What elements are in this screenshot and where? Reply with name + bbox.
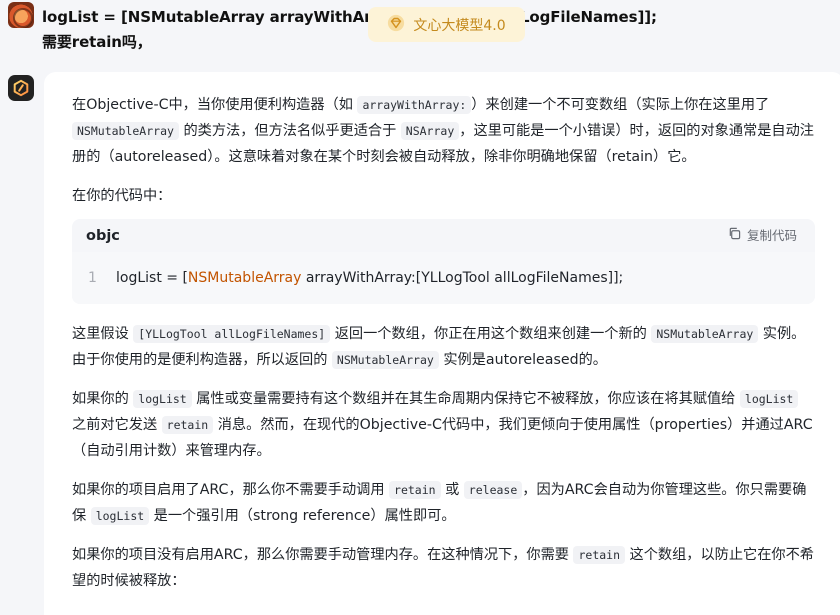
user-message: logList = [NSMutableArray arrayWithArray…	[42, 5, 657, 55]
inline-code: NSMutableArray	[651, 325, 759, 343]
text-segment: 如果你的项目启用了ARC，那么你不需要手动调用	[72, 482, 390, 498]
text-segment: 之前对它发送	[72, 417, 162, 433]
code-token-type: NSMutableArray	[187, 270, 302, 286]
code-block-header: objc 复制代码	[72, 219, 815, 252]
inline-code: NSMutableArray	[331, 351, 439, 369]
inline-code: logList	[739, 390, 799, 408]
code-language-label: objc	[86, 227, 120, 244]
text-segment: 属性或变量需要持有这个数组并在其生命周期内保持它不被释放，你应该在将其赋值给	[191, 391, 740, 407]
text-segment: ）来创建一个不可变数组（实际上你在这里用了	[471, 97, 770, 113]
user-message-line2: 需要retain吗，	[42, 33, 152, 51]
inline-code: NSMutableArray	[72, 122, 179, 140]
assistant-avatar	[8, 75, 34, 101]
text-segment: 这里假设	[72, 326, 134, 342]
answer-paragraph-5: 如果你的项目启用了ARC，那么你不需要手动调用 retain 或 release…	[72, 477, 814, 529]
answer-paragraph-4: 如果你的 logList 属性或变量需要持有这个数组并在其生命周期内保持它不被释…	[72, 386, 814, 464]
inline-code: logList	[133, 390, 192, 408]
answer-paragraph-2: 在你的代码中：	[72, 188, 172, 204]
copy-code-label: 复制代码	[746, 227, 797, 243]
inline-code: NSArray	[400, 122, 460, 140]
user-avatar	[8, 2, 34, 28]
copy-code-button[interactable]: 复制代码	[728, 223, 797, 249]
code-block: objc 复制代码 1 logList = [NSMutableArray ar…	[72, 219, 815, 304]
inline-code: retain	[161, 416, 214, 434]
inline-code: retain	[573, 546, 626, 564]
text-segment: 返回一个数组，你正在用这个数组来创建一个新的	[330, 326, 652, 342]
answer-card: 在Objective-C中，当你使用便利构造器（如 arrayWithArray…	[44, 72, 840, 615]
text-segment: 或	[440, 482, 464, 498]
answer-paragraph-1: 在Objective-C中，当你使用便利构造器（如 arrayWithArray…	[72, 92, 814, 170]
model-badge-label: 文心大模型4.0	[413, 17, 506, 34]
text-segment: 是一个强引用（strong reference）属性即可。	[149, 508, 456, 524]
answer-paragraph-3: 这里假设 [YLLogTool allLogFileNames] 返回一个数组，…	[72, 321, 814, 373]
text-segment: 如果你的项目没有启用ARC，那么你需要手动管理内存。在这种情况下，你需要	[72, 547, 574, 563]
inline-code: release	[463, 481, 523, 499]
text-segment: 的类方法，但方法名似乎更适合于	[178, 123, 401, 139]
copy-icon	[728, 223, 741, 249]
code-token: arrayWithArray:[YLLogTool allLogFileName…	[301, 270, 624, 286]
inline-code: retain	[389, 481, 441, 499]
answer-paragraph-6: 如果你的项目没有启用ARC，那么你需要手动管理内存。在这种情况下，你需要 ret…	[72, 542, 814, 594]
inline-code: logList	[90, 507, 150, 525]
text-segment: 如果你的	[72, 391, 134, 407]
assistant-logo-icon	[13, 79, 29, 97]
code-body: 1 logList = [NSMutableArray arrayWithArr…	[72, 252, 815, 304]
text-segment: 在Objective-C中，当你使用便利构造器（如	[72, 97, 358, 113]
code-token: logList = [	[116, 270, 188, 286]
inline-code: [YLLogTool allLogFileNames]	[133, 325, 331, 343]
code-line: logList = [NSMutableArray arrayWithArray…	[116, 265, 623, 291]
text-segment: 实例是autoreleased的。	[438, 352, 607, 368]
line-number: 1	[88, 270, 97, 286]
user-message-line1: logList = [NSMutableArray arrayWithArray…	[42, 8, 657, 26]
diamond-icon	[387, 14, 405, 36]
model-badge[interactable]: 文心大模型4.0	[368, 7, 525, 42]
answer-content: 在Objective-C中，当你使用便利构造器（如 arrayWithArray…	[72, 92, 815, 607]
inline-code: arrayWithArray:	[357, 96, 472, 114]
